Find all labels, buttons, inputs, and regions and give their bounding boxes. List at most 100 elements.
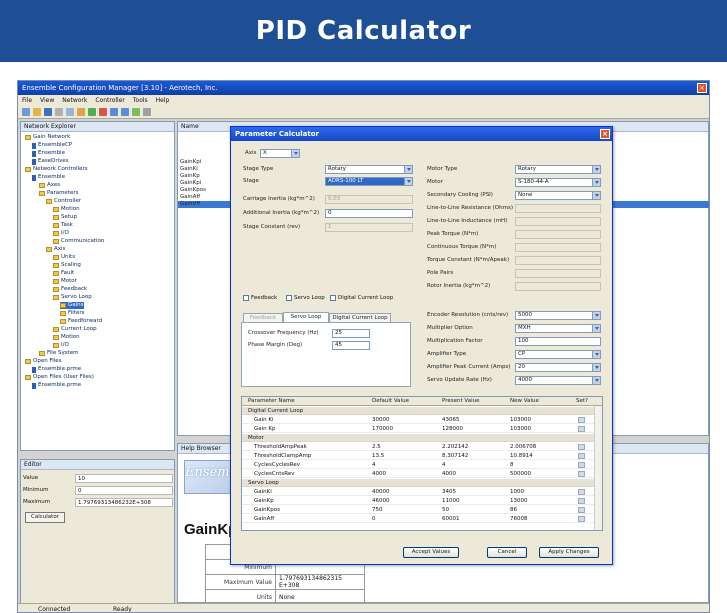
grid-group-row[interactable]: Digital Current Loop xyxy=(242,407,595,415)
tree-item[interactable]: Ensemble xyxy=(32,150,65,157)
tree-item[interactable]: Open Files (User Files) xyxy=(25,374,94,381)
tree-item[interactable]: Open Files xyxy=(25,358,62,365)
field-select[interactable]: 5000 xyxy=(515,311,601,320)
axis-select[interactable]: X xyxy=(260,149,300,158)
checkbox-feedback[interactable]: Feedback xyxy=(243,294,277,302)
grid-group-row[interactable]: Servo Loop xyxy=(242,479,595,487)
field-select[interactable]: ADRS-100 LT xyxy=(325,177,413,186)
grid-cell-new[interactable]: 1000 xyxy=(510,488,524,496)
field-input[interactable]: 100 xyxy=(515,337,601,346)
tree-item[interactable]: Ensemble.prme xyxy=(32,382,81,389)
tree-item[interactable]: Gain Network xyxy=(25,134,70,141)
upload-icon[interactable] xyxy=(121,108,129,116)
parameter-list-item[interactable]: GainKi xyxy=(180,166,198,173)
tree-item[interactable]: File System xyxy=(39,350,78,357)
open-icon[interactable] xyxy=(33,108,41,116)
grid-row[interactable]: CyclesCyclesRev 4 4 8 xyxy=(242,461,595,469)
parameter-list-item[interactable]: GainKpi xyxy=(180,180,201,187)
grid-cell-new[interactable]: 8 xyxy=(510,461,514,469)
set-checkbox[interactable] xyxy=(578,507,585,513)
edit-value-field[interactable]: 10 xyxy=(75,474,173,483)
menu-file[interactable]: File xyxy=(22,95,32,106)
checkbox-servo-loop[interactable]: Servo Loop xyxy=(286,294,325,302)
tree-item[interactable]: Fault xyxy=(53,270,74,277)
tree-item[interactable]: Current Loop xyxy=(53,326,97,333)
dialog-close-icon[interactable]: × xyxy=(600,129,610,139)
menu-help[interactable]: Help xyxy=(156,95,170,106)
tree-item[interactable]: Ensemble xyxy=(32,174,65,181)
tree-item[interactable]: EnsembleCP xyxy=(32,142,72,149)
set-checkbox[interactable] xyxy=(578,462,585,468)
grid-cell-new[interactable]: 103000 xyxy=(510,425,531,433)
cut-icon[interactable] xyxy=(55,108,63,116)
tab-servo-loop[interactable]: Servo Loop xyxy=(283,312,329,322)
parameter-list-item[interactable]: GainKp xyxy=(180,173,200,180)
set-checkbox[interactable] xyxy=(578,426,585,432)
parameter-list-item[interactable]: GainKpi xyxy=(180,159,201,166)
grid-cell-new[interactable]: 2.006708 xyxy=(510,443,536,451)
menu-network[interactable]: Network xyxy=(62,95,87,106)
grid-row[interactable]: CyclesCntsRev 4000 4000 500000 xyxy=(242,470,595,478)
parameter-list-item[interactable]: GainKpos xyxy=(180,187,206,194)
tree-item[interactable]: Task xyxy=(53,222,73,229)
tab-digital-current-loop[interactable]: Digital Current Loop xyxy=(329,313,391,322)
refresh-icon[interactable] xyxy=(132,108,140,116)
tree-item[interactable]: Axis xyxy=(46,246,65,253)
new-icon[interactable] xyxy=(22,108,30,116)
grid-row[interactable]: ThresholdClampAmp 13.5 8.307142 10.8914 xyxy=(242,452,595,460)
grid-row[interactable]: GainKpos 750 50 86 xyxy=(242,506,595,514)
set-checkbox[interactable] xyxy=(578,498,585,504)
tree-item[interactable]: Communication xyxy=(53,238,104,245)
grid-scrollbar[interactable] xyxy=(594,406,602,530)
grid-cell-new[interactable]: 103000 xyxy=(510,416,531,424)
tree-item[interactable]: Units xyxy=(53,254,75,261)
grid-row[interactable]: GainAff 0 60001 76008 xyxy=(242,515,595,523)
window-close-icon[interactable]: × xyxy=(697,83,707,93)
connect-icon[interactable] xyxy=(88,108,96,116)
save-icon[interactable] xyxy=(44,108,52,116)
checkbox-digital-current-loop[interactable]: Digital Current Loop xyxy=(330,294,393,302)
tree-item[interactable]: Servo Loop xyxy=(53,294,92,301)
disconnect-icon[interactable] xyxy=(99,108,107,116)
tree-item[interactable]: Axes xyxy=(39,182,60,189)
tree-item[interactable]: Filters xyxy=(60,310,85,317)
grid-cell-new[interactable]: 86 xyxy=(510,506,517,514)
set-checkbox[interactable] xyxy=(578,516,585,522)
grid-cell-new[interactable]: 13000 xyxy=(510,497,528,505)
tree-item[interactable]: Feedforward xyxy=(60,318,102,325)
set-checkbox[interactable] xyxy=(578,417,585,423)
field-select[interactable]: Rotary xyxy=(325,165,413,174)
field-select[interactable]: 4000 xyxy=(515,376,601,385)
field-input[interactable]: 25 xyxy=(332,329,370,338)
calculator-button[interactable]: Calculator xyxy=(25,512,65,523)
grid-row[interactable]: Gain Ki 30000 43065 103000 xyxy=(242,416,595,424)
field-select[interactable]: None xyxy=(515,191,601,200)
field-select[interactable]: MXH xyxy=(515,324,601,333)
tree-item[interactable]: Motion xyxy=(53,206,80,213)
paste-icon[interactable] xyxy=(77,108,85,116)
tree-item[interactable]: Motion xyxy=(53,334,80,341)
tree-item[interactable]: Ensemble.prme xyxy=(32,366,81,373)
menu-view[interactable]: View xyxy=(40,95,54,106)
copy-icon[interactable] xyxy=(66,108,74,116)
grid-row[interactable]: GainKp 46000 11000 13000 xyxy=(242,497,595,505)
field-input[interactable]: 0 xyxy=(325,209,413,218)
parameter-list-item[interactable]: GainAff xyxy=(180,194,200,201)
grid-row[interactable]: GainKi 40000 3405 1000 xyxy=(242,488,595,496)
accept-values-button[interactable]: Accept Values xyxy=(403,547,459,558)
tree-item[interactable]: Network Controllers xyxy=(25,166,88,173)
grid-cell-new[interactable]: 10.8914 xyxy=(510,452,533,460)
parameter-list-item[interactable]: GainVff xyxy=(180,201,200,208)
tree-item[interactable]: Feedback xyxy=(53,286,87,293)
tree-item[interactable]: Controller xyxy=(46,198,81,205)
tree-item[interactable]: Scaling xyxy=(53,262,81,269)
set-checkbox[interactable] xyxy=(578,444,585,450)
tree-item[interactable]: I/O xyxy=(53,230,69,237)
field-select[interactable]: Rotary xyxy=(515,165,601,174)
tree-item[interactable]: Parameters xyxy=(39,190,78,197)
tree-item[interactable]: Gains xyxy=(60,302,84,309)
grid-group-row[interactable]: Motor xyxy=(242,434,595,442)
grid-cell-new[interactable]: 76008 xyxy=(510,515,528,523)
menu-tools[interactable]: Tools xyxy=(133,95,148,106)
menu-controller[interactable]: Controller xyxy=(95,95,125,106)
